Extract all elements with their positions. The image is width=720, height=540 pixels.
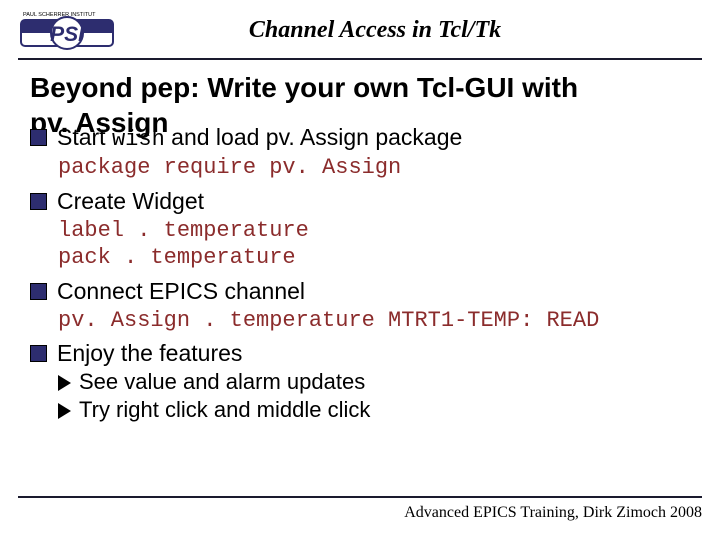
bullet-item: Connect EPICS channel	[30, 278, 690, 305]
code-block: label . temperature pack . temperature	[58, 217, 690, 272]
bullet-text-post: and load pv. Assign package	[165, 124, 463, 150]
slide-content: Beyond pep: Write your own Tcl-GUI with …	[0, 60, 720, 423]
square-bullet-icon	[30, 345, 47, 362]
sub-bullet-item: Try right click and middle click	[58, 397, 690, 423]
sub-bullet-text: See value and alarm updates	[79, 369, 365, 395]
footer-divider	[18, 496, 702, 498]
bullet-text: Start wish and load pv. Assign package	[57, 124, 462, 152]
slide-title: Channel Access in Tcl/Tk	[128, 17, 702, 44]
bullet-text: Connect EPICS channel	[57, 278, 305, 305]
triangle-bullet-icon	[58, 403, 71, 419]
square-bullet-icon	[30, 193, 47, 210]
bullet-item: Start wish and load pv. Assign package	[30, 124, 690, 152]
logo-upper-text: PAUL SCHERRER INSTITUT	[23, 12, 96, 18]
bullet-item: Enjoy the features	[30, 340, 690, 367]
square-bullet-icon	[30, 283, 47, 300]
slide-header: PAUL SCHERRER INSTITUT PSI Channel Acces…	[0, 0, 720, 52]
psi-logo: PAUL SCHERRER INSTITUT PSI	[18, 8, 128, 52]
inline-code: wish	[112, 127, 165, 152]
svg-text:PSI: PSI	[50, 23, 85, 46]
bullet-text: Enjoy the features	[57, 340, 242, 367]
heading-line-1: Beyond pep: Write your own Tcl-GUI with	[30, 72, 578, 103]
code-block: package require pv. Assign	[58, 154, 690, 182]
bullet-text-pre: Start	[57, 124, 112, 150]
sub-bullet-item: See value and alarm updates	[58, 369, 690, 395]
bullet-item: Create Widget	[30, 188, 690, 215]
code-block: pv. Assign . temperature MTRT1-TEMP: REA…	[58, 307, 690, 335]
square-bullet-icon	[30, 129, 47, 146]
footer-text: Advanced EPICS Training, Dirk Zimoch 200…	[404, 504, 702, 522]
bullet-text: Create Widget	[57, 188, 204, 215]
triangle-bullet-icon	[58, 375, 71, 391]
sub-bullet-text: Try right click and middle click	[79, 397, 370, 423]
